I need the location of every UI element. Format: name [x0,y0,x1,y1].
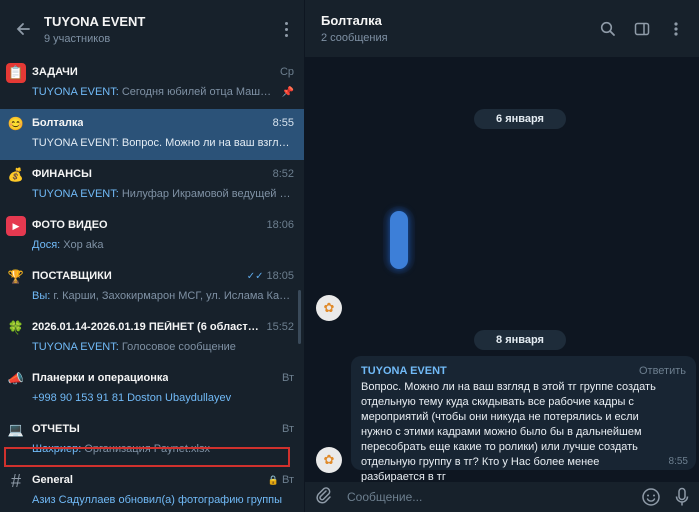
date-separator: 6 января [474,109,566,129]
microphone-icon[interactable] [675,487,691,507]
message-composer: Сообщение... [305,482,699,512]
chat-row-general[interactable]: # General 🔒 Вт Азиз Садуллаев обновил(а) фот… [0,466,304,512]
chat-row-peynet[interactable]: 🍀 2026.01.14-2026.01.19 ПЕЙНЕТ (6 областе… [0,313,304,364]
chat-time: 18:05 [266,270,294,282]
preview-sender: TUYONA EVENT: [32,188,119,200]
preview-sender: TUYONA EVENT: [32,341,119,353]
highlight-box [4,447,290,467]
chat-row-zadachi[interactable]: 📋 ЗАДАЧИ Ср TUYONA EVENT: Сегодня юбилей от… [0,58,304,109]
chat-preview: TUYONA EVENT: Нилуфар Икрамовой ведущей … [32,188,294,200]
chat-time: 8:55 [272,117,294,129]
chat-time: Вт [281,372,294,384]
reply-button[interactable]: Ответить [639,365,686,377]
chat-time: Ср [279,66,294,78]
message-sender[interactable]: TUYONA EVENT [361,365,447,377]
preview-text: Сегодня юбилей отца Машкуро... [118,86,276,98]
chat-name: Болталка [32,117,84,129]
group-title: TUYONA EVENT [44,13,146,29]
attach-icon[interactable] [315,486,335,509]
preview-sender: TUYONA EVENT: [32,137,119,149]
menu-kebab-icon[interactable] [278,19,294,39]
sender-avatar[interactable]: ✿ [316,447,342,473]
chat-preview: TUYONA EVENT: Сегодня юбилей отца Машкур… [32,86,276,98]
chat-icon: # [10,470,21,491]
chat-header: Болталка 2 сообщения [305,0,699,58]
chat-preview: TUYONA EVENT: Вопрос. Можно ли на ваш вз… [32,137,294,149]
sticker[interactable] [383,206,415,274]
chat-time: 15:52 [266,321,294,333]
chat-time: Вт [281,423,294,435]
chat-row-foto-video[interactable]: ▶ ФОТО ВИДЕО 18:06 Дося: Хор aka [0,211,304,262]
chat-preview: TUYONA EVENT: Голосовое сообщение [32,341,236,353]
preview-text: Голосовое сообщение [118,341,236,353]
chat-name: General [32,474,73,486]
chat-name: ЗАДАЧИ [32,66,78,78]
chat-row-planerki[interactable]: 📣 Планерки и операционка Вт +998 90 153 91 … [0,364,304,415]
message-bubble[interactable]: TUYONA EVENT Ответить Вопрос. Можно ли н… [351,356,696,483]
preview-sender: Азиз Садуллаев обновил(а) фотографию гру… [32,494,283,506]
chat-name: ПОСТАВЩИКИ [32,270,112,282]
chat-name: 2026.01.14-2026.01.19 ПЕЙНЕТ (6 областей… [32,321,261,333]
preview-text: Нилуфар Икрамовой ведущей 30... [118,188,294,200]
preview-text: +998 90 153 91 81 Doston Ubaydullayev [32,392,232,404]
message-text: Вопрос. Можно ли на ваш взгляд в этой тг… [361,381,656,483]
sidebar-toggle-icon[interactable] [629,16,655,42]
group-member-count: 9 участников [44,32,111,45]
chat-title: Болталка [321,13,382,28]
message-input[interactable]: Сообщение... [347,490,633,504]
back-arrow-icon[interactable] [12,18,34,40]
lock-icon: 🔒 [267,474,279,485]
pin-icon: 📌 [281,86,294,98]
preview-text: г. Карши, Захокирмарон МСГ, ул. Ислама К… [50,290,294,302]
chat-name: Планерки и операционка [32,372,169,384]
scrollbar[interactable] [298,290,301,344]
chat-icon: 📣 [7,371,25,386]
chat-icon: ▶ [6,216,26,236]
chat-time: 8:52 [272,168,294,180]
chat-preview: +998 90 153 91 81 Doston Ubaydullayev [32,392,231,404]
chat-message-count: 2 сообщения [321,32,388,44]
preview-sender: Дося: [32,239,61,251]
chat-icon: 💰 [7,167,25,182]
search-icon[interactable] [595,16,621,42]
chat-time: Вт [281,474,294,486]
more-kebab-icon[interactable] [663,16,689,42]
chat-panel: Болталка 2 сообщения 6 января ✿ 8 января… [305,0,699,512]
chat-row-boltalka[interactable]: 😊 Болталка 8:55 TUYONA EVENT: Вопрос. Можно… [0,109,304,160]
chat-icon: 📋 [6,63,26,83]
chat-list-panel: TUYONA EVENT 9 участников 📋 ЗАДАЧИ Ср TUYON… [0,0,305,512]
chat-preview: Дося: Хор aka [32,239,104,251]
message-time: 8:55 [668,456,688,467]
preview-text: Вопрос. Можно ли на ваш взгляд... [118,137,294,149]
chat-time: 18:06 [266,219,294,231]
emoji-icon[interactable] [641,487,661,507]
chat-name: ФИНАНСЫ [32,168,92,180]
date-separator: 8 января [474,330,566,350]
chat-preview: Вы: г. Карши, Захокирмарон МСГ, ул. Исла… [32,290,294,302]
chat-icon: 😊 [7,116,25,131]
preview-sender: TUYONA EVENT: [32,86,119,98]
chat-row-postavshiki[interactable]: 🏆 ПОСТАВЩИКИ ✓✓ 18:05 Вы: г. Карши, Захокирм… [0,262,304,313]
chat-icon: 💻 [7,422,25,437]
sender-avatar[interactable]: ✿ [316,295,342,321]
chat-row-finansy[interactable]: 💰 ФИНАНСЫ 8:52 TUYONA EVENT: Нилуфар Икрамо… [0,160,304,211]
preview-sender: Вы: [32,290,51,302]
chat-icon: 🏆 [7,269,25,284]
chat-preview: Азиз Садуллаев обновил(а) фотографию гру… [32,494,282,506]
preview-text: Хор aka [60,239,104,251]
chat-name: ОТЧЕТЫ [32,423,80,435]
chat-name: ФОТО ВИДЕО [32,219,108,231]
chat-icon: 🍀 [7,320,25,335]
read-check-icon: ✓✓ [246,270,264,282]
left-header: TUYONA EVENT 9 участников [0,0,304,58]
